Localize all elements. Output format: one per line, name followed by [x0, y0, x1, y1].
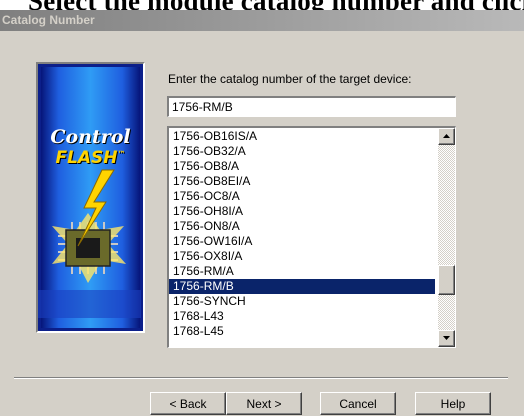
banner-trademark: ™ [117, 149, 126, 159]
banner-title-control: Control [50, 126, 131, 148]
catalog-prompt-label: Enter the catalog number of the target d… [168, 72, 412, 86]
banner-title-flash: FLASH™ [38, 148, 143, 168]
list-item[interactable]: 1756-OB32/A [169, 144, 435, 159]
list-item[interactable]: 1768-L43 [169, 309, 435, 324]
catalog-list-items: 1756-OB16IS/A 1756-OB32/A 1756-OB8/A 1756-O… [169, 129, 435, 339]
lightning-chip-icon [38, 169, 141, 318]
banner-flash-word: FLASH [55, 148, 118, 168]
banner-footer-band [38, 290, 141, 318]
help-button[interactable]: Help [415, 392, 491, 415]
scroll-up-button[interactable] [438, 128, 455, 145]
next-button[interactable]: Next > [226, 392, 302, 415]
scroll-up-arrow-icon [443, 134, 450, 138]
list-item[interactable]: 1756-OB8/A [169, 159, 435, 174]
list-scrollbar[interactable] [438, 128, 455, 347]
catalog-number-dialog: Catalog Number Control FLASH™ Enter the … [0, 10, 524, 416]
list-item-selected[interactable]: 1756-RM/B [169, 279, 435, 294]
scroll-thumb[interactable] [438, 265, 455, 295]
list-item[interactable]: 1756-OW16I/A [169, 234, 435, 249]
catalog-listbox[interactable]: 1756-OB16IS/A 1756-OB32/A 1756-OB8/A 1756-O… [167, 126, 456, 348]
scroll-down-button[interactable] [438, 330, 455, 347]
controlflash-banner: Control FLASH™ [36, 62, 145, 333]
back-button[interactable]: < Back [150, 392, 226, 415]
chip-die [76, 238, 100, 258]
title-bar[interactable]: Catalog Number [0, 10, 524, 31]
list-item[interactable]: 1756-OC8/A [169, 189, 435, 204]
list-item[interactable]: 1756-OB16IS/A [169, 129, 435, 144]
list-item[interactable]: 1756-ON8/A [169, 219, 435, 234]
scroll-down-arrow-icon [443, 336, 450, 340]
button-divider [14, 377, 508, 379]
list-item[interactable]: 1756-SYNCH [169, 294, 435, 309]
list-item[interactable]: 1756-OH8I/A [169, 204, 435, 219]
list-item[interactable]: 1768-L45 [169, 324, 435, 339]
catalog-number-input[interactable] [167, 96, 456, 117]
list-item[interactable]: 1756-OB8EI/A [169, 174, 435, 189]
list-item[interactable]: 1756-OX8I/A [169, 249, 435, 264]
window-title: Catalog Number [2, 13, 95, 27]
list-item[interactable]: 1756-RM/A [169, 264, 435, 279]
cancel-button[interactable]: Cancel [320, 392, 396, 415]
